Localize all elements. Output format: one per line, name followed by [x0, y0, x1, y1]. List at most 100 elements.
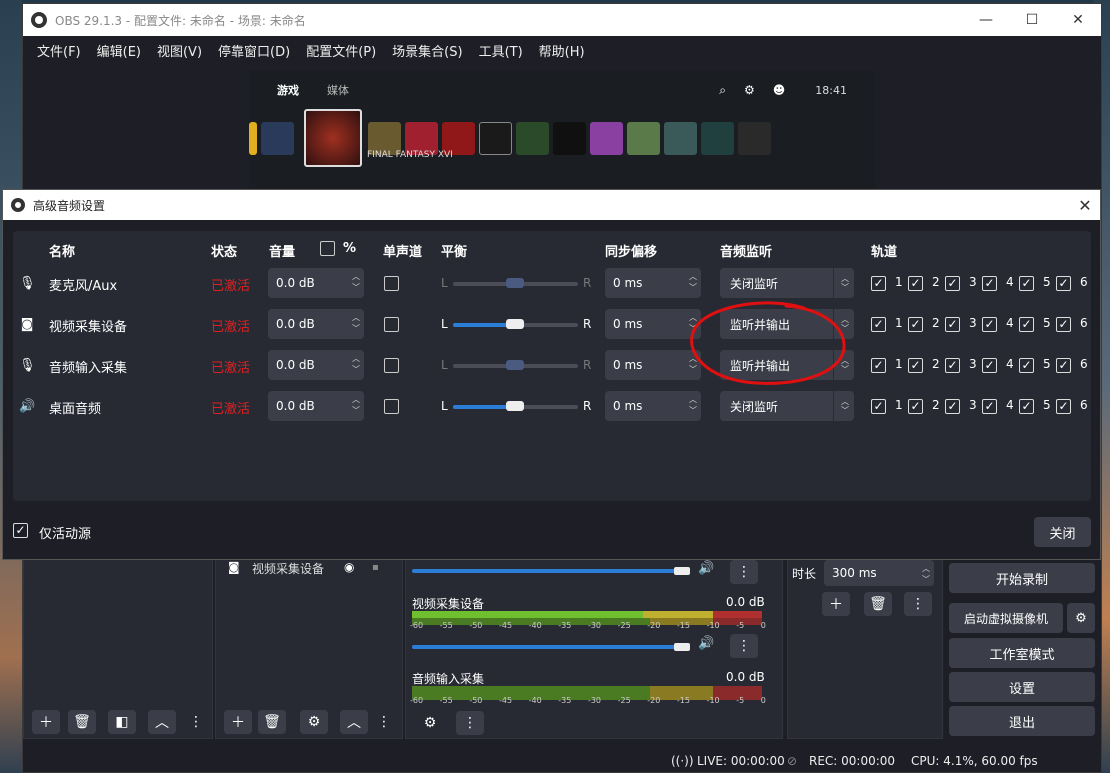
balance-knob[interactable] — [506, 360, 524, 370]
mono-checkbox[interactable] — [384, 358, 399, 373]
transition-more-button[interactable]: ⋮ — [904, 592, 932, 616]
scene-filter-button[interactable]: ◧ — [108, 710, 136, 734]
sync-offset-spinbox[interactable]: 0 ms ︿ ﹀ — [605, 391, 701, 421]
track-checkbox[interactable]: ✓ — [908, 276, 923, 291]
spin-arrows-icon[interactable]: ︿ ﹀ — [352, 353, 360, 375]
maximize-button[interactable]: ☐ — [1009, 4, 1055, 36]
mixer-more-button[interactable]: ⋮ — [730, 560, 758, 584]
studio-mode-button[interactable]: 工作室模式 — [949, 638, 1095, 668]
spin-arrows-icon[interactable]: ︿ ﹀ — [352, 312, 360, 334]
monitoring-select[interactable]: 关闭监听 ︿ ﹀ — [720, 391, 854, 421]
track-checkbox[interactable]: ✓ — [1056, 358, 1071, 373]
track-checkbox[interactable]: ✓ — [871, 276, 886, 291]
virtual-camera-gear-icon[interactable]: ⚙ — [1067, 603, 1095, 633]
mono-checkbox[interactable] — [384, 399, 399, 414]
monitoring-select[interactable]: 关闭监听 ︿ ﹀ — [720, 268, 854, 298]
minimize-button[interactable]: — — [963, 4, 1009, 36]
source-item[interactable]: 视频采集设备 — [252, 560, 324, 577]
add-source-button[interactable]: ＋ — [224, 710, 252, 734]
visibility-eye-icon[interactable]: ◉ — [344, 560, 354, 574]
menu-help[interactable]: 帮助(H) — [531, 41, 593, 60]
dialog-title-bar[interactable]: 高级音频设置 ✕ — [3, 190, 1100, 220]
speaker-icon[interactable]: 🔊 — [698, 636, 714, 651]
remove-transition-button[interactable]: 🗑 — [864, 592, 892, 616]
track-checkbox[interactable]: ✓ — [1019, 358, 1034, 373]
sync-offset-spinbox[interactable]: 0 ms ︿ ﹀ — [605, 268, 701, 298]
track-checkbox[interactable]: ✓ — [982, 358, 997, 373]
remove-scene-button[interactable]: 🗑 — [68, 710, 96, 734]
speaker-icon[interactable]: 🔊 — [698, 561, 714, 576]
track-checkbox[interactable]: ✓ — [1019, 317, 1034, 332]
balance-knob[interactable] — [506, 278, 524, 288]
dialog-close-icon[interactable]: ✕ — [1070, 196, 1100, 215]
mixer-volume-knob[interactable] — [674, 567, 690, 575]
volume-spinbox[interactable]: 0.0 dB ︿ ﹀ — [268, 350, 364, 380]
sync-offset-spinbox[interactable]: 0 ms ︿ ﹀ — [605, 350, 701, 380]
track-checkbox[interactable]: ✓ — [871, 358, 886, 373]
menu-tools[interactable]: 工具(T) — [471, 41, 531, 60]
mixer-volume-knob[interactable] — [674, 643, 690, 651]
menu-scene-collection[interactable]: 场景集合(S) — [384, 41, 470, 60]
duration-spinbox[interactable]: 300 ms ︿ ﹀ — [824, 560, 934, 586]
track-checkbox[interactable]: ✓ — [908, 358, 923, 373]
percent-checkbox[interactable] — [320, 241, 335, 256]
mixer-more-button[interactable]: ⋮ — [730, 634, 758, 658]
scene-more-button[interactable]: ⋮ — [188, 710, 204, 734]
track-checkbox[interactable]: ✓ — [1019, 399, 1034, 414]
source-properties-gear-icon[interactable]: ⚙ — [300, 710, 328, 734]
spin-arrows-icon[interactable]: ︿ ﹀ — [689, 353, 697, 375]
mono-checkbox[interactable] — [384, 317, 399, 332]
mixer-menu-button[interactable]: ⋮ — [456, 711, 484, 735]
track-checkbox[interactable]: ✓ — [1056, 276, 1071, 291]
menu-edit[interactable]: 编辑(E) — [89, 41, 149, 60]
settings-button[interactable]: 设置 — [949, 672, 1095, 702]
title-bar[interactable]: OBS 29.1.3 - 配置文件: 未命名 - 场景: 未命名 — ☐ ✕ — [23, 4, 1101, 36]
track-checkbox[interactable]: ✓ — [871, 399, 886, 414]
mono-checkbox[interactable] — [384, 276, 399, 291]
track-checkbox[interactable]: ✓ — [945, 358, 960, 373]
track-checkbox[interactable]: ✓ — [1056, 399, 1071, 414]
close-window-button[interactable]: ✕ — [1055, 4, 1101, 36]
mixer-volume-slider[interactable] — [412, 645, 682, 649]
source-more-button[interactable]: ⋮ — [376, 710, 392, 734]
menu-file[interactable]: 文件(F) — [29, 41, 89, 60]
track-checkbox[interactable]: ✓ — [945, 399, 960, 414]
spin-arrows-icon[interactable]: ︿ ﹀ — [689, 312, 697, 334]
menu-docks[interactable]: 停靠窗口(D) — [210, 41, 298, 60]
menu-view[interactable]: 视图(V) — [149, 41, 210, 60]
track-checkbox[interactable]: ✓ — [871, 317, 886, 332]
sync-offset-spinbox[interactable]: 0 ms ︿ ﹀ — [605, 309, 701, 339]
track-checkbox[interactable]: ✓ — [908, 399, 923, 414]
spin-arrows-icon[interactable]: ︿ ﹀ — [689, 271, 697, 293]
volume-spinbox[interactable]: 0.0 dB ︿ ﹀ — [268, 309, 364, 339]
lock-icon[interactable]: ▪ — [372, 562, 379, 573]
advanced-audio-gear-icon[interactable]: ⚙ — [416, 711, 444, 735]
track-checkbox[interactable]: ✓ — [1019, 276, 1034, 291]
volume-spinbox[interactable]: 0.0 dB ︿ ﹀ — [268, 391, 364, 421]
add-transition-button[interactable]: ＋ — [822, 592, 850, 616]
exit-button[interactable]: 退出 — [949, 706, 1095, 736]
volume-spinbox[interactable]: 0.0 dB ︿ ﹀ — [268, 268, 364, 298]
balance-knob[interactable] — [506, 401, 524, 411]
track-checkbox[interactable]: ✓ — [945, 276, 960, 291]
scene-up-button[interactable]: ︿ — [148, 710, 176, 734]
preview-canvas[interactable]: 游戏 媒体 ⌕ ⚙ ☻ 18:41 FINAL FANTASY XVI — [249, 70, 875, 192]
source-up-button[interactable]: ︿ — [340, 710, 368, 734]
track-checkbox[interactable]: ✓ — [908, 317, 923, 332]
balance-knob[interactable] — [506, 319, 524, 329]
menu-profile[interactable]: 配置文件(P) — [298, 41, 384, 60]
track-checkbox[interactable]: ✓ — [982, 399, 997, 414]
remove-source-button[interactable]: 🗑 — [258, 710, 286, 734]
track-checkbox[interactable]: ✓ — [945, 317, 960, 332]
track-checkbox[interactable]: ✓ — [982, 317, 997, 332]
spin-arrows-icon[interactable]: ︿ ﹀ — [689, 394, 697, 416]
monitoring-select[interactable]: 监听并输出 ︿ ﹀ — [720, 309, 854, 339]
add-scene-button[interactable]: ＋ — [32, 710, 60, 734]
monitoring-select[interactable]: 监听并输出 ︿ ﹀ — [720, 350, 854, 380]
active-only-checkbox[interactable]: ✓ — [13, 523, 28, 538]
track-checkbox[interactable]: ✓ — [982, 276, 997, 291]
spin-arrows-icon[interactable]: ︿ ﹀ — [352, 271, 360, 293]
mixer-volume-slider[interactable] — [412, 569, 682, 573]
track-checkbox[interactable]: ✓ — [1056, 317, 1071, 332]
start-recording-button[interactable]: 开始录制 — [949, 563, 1095, 593]
